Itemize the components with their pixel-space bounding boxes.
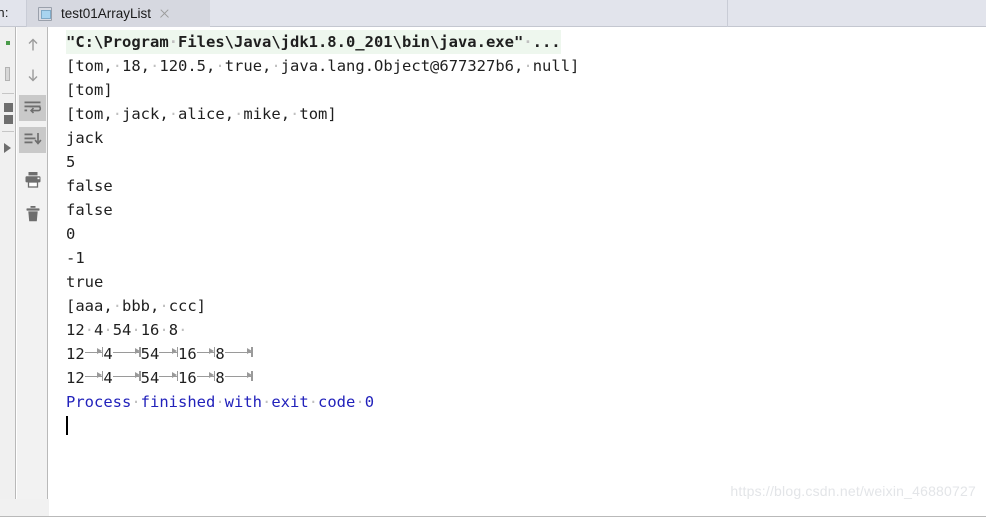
breakpoint-dot-icon [6, 41, 10, 45]
console-line: true [66, 270, 986, 294]
watermark: https://blog.csdn.net/weixin_46880727 [730, 483, 976, 499]
console-output-text: false [66, 201, 113, 219]
console-output-text: [tom,·18,·120.5,·true,·java.lang.Object@… [66, 57, 580, 75]
console-line: [aaa,·bbb,·ccc] [66, 294, 986, 318]
tab-whitespace-marker [196, 344, 216, 360]
debug-toolbar-strip[interactable] [0, 27, 16, 499]
console-output-text: 0 [66, 225, 76, 243]
console-line: false [66, 198, 986, 222]
strip-divider-2 [2, 131, 14, 132]
tab-label: test01ArrayList [61, 6, 152, 21]
console-line: [tom,·18,·120.5,·true,·java.lang.Object@… [66, 54, 986, 78]
up-arrow-icon[interactable] [19, 32, 46, 58]
tab-whitespace-marker [159, 344, 178, 360]
tab-whitespace-marker [224, 344, 253, 360]
console-line: 12·4·54·16·8· [66, 318, 986, 342]
console-output-text: jack [66, 129, 104, 147]
scroll-to-end-icon[interactable] [19, 127, 46, 153]
console-line: 0 [66, 222, 986, 246]
console-output-text: 5 [66, 153, 76, 171]
console-output-text: false [66, 177, 113, 195]
stop-icon[interactable] [4, 103, 13, 112]
console-output[interactable]: "C:\Program·Files\Java\jdk1.8.0_201\bin\… [49, 27, 986, 499]
tab-whitespace-marker [224, 368, 253, 384]
console-output-text: -1 [66, 249, 85, 267]
run-configuration-icon [38, 6, 52, 21]
console-output-text: 12·4·54·16·8· [66, 321, 188, 339]
run-tool-window: un: test01ArrayList [0, 0, 986, 517]
run-tabbar: un: test01ArrayList [0, 0, 986, 27]
tab-whitespace-marker [196, 368, 216, 384]
tab-whitespace-marker [159, 368, 178, 384]
console-output-text: true [66, 273, 104, 291]
tab-whitespace-marker [112, 368, 141, 384]
console-info-text: Process·finished·with·exit·code·0 [66, 393, 375, 411]
console-output-text: [tom] [66, 81, 113, 99]
console-line: "C:\Program·Files\Java\jdk1.8.0_201\bin\… [66, 30, 986, 54]
tab-whitespace-marker [84, 368, 104, 384]
console-line: -1 [66, 246, 986, 270]
console-output-text: [tom,·jack,·alice,·mike,·tom] [66, 105, 337, 123]
console-line [66, 414, 986, 438]
run-triangle-icon[interactable] [4, 143, 11, 153]
console-line: [tom,·jack,·alice,·mike,·tom] [66, 102, 986, 126]
tab-test01ArrayList[interactable]: test01ArrayList [27, 0, 210, 27]
console-line: 12 4 54 16 8 [66, 366, 986, 390]
console-line: Process·finished·with·exit·code·0 [66, 390, 986, 414]
console-line: jack [66, 126, 986, 150]
console-command-text: "C:\Program·Files\Java\jdk1.8.0_201\bin\… [66, 30, 561, 54]
print-icon[interactable] [19, 167, 46, 193]
tabbar-divider-right [727, 0, 728, 27]
console-line: 12 4 54 16 8 [66, 342, 986, 366]
text-caret [66, 416, 68, 435]
close-icon[interactable] [158, 7, 171, 20]
strip-divider-1 [2, 93, 14, 94]
console-line: false [66, 174, 986, 198]
mute-breakpoints-icon[interactable] [4, 115, 13, 124]
tab-whitespace-marker [112, 344, 141, 360]
console-lines: "C:\Program·Files\Java\jdk1.8.0_201\bin\… [66, 30, 986, 438]
console-output-text: 12 4 54 16 8 [66, 369, 253, 387]
trash-icon[interactable] [19, 201, 46, 227]
down-arrow-icon[interactable] [19, 62, 46, 88]
bottom-gutter-fill [0, 499, 49, 516]
resume-icon[interactable] [5, 67, 10, 81]
tab-whitespace-marker [84, 344, 104, 360]
console-output-text: 12 4 54 16 8 [66, 345, 253, 363]
run-tool-label: un: [0, 5, 9, 20]
soft-wrap-icon[interactable] [19, 95, 46, 121]
console-line: [tom] [66, 78, 986, 102]
console-line: 5 [66, 150, 986, 174]
console-toolbar [17, 27, 48, 499]
console-output-text: [aaa,·bbb,·ccc] [66, 297, 207, 315]
